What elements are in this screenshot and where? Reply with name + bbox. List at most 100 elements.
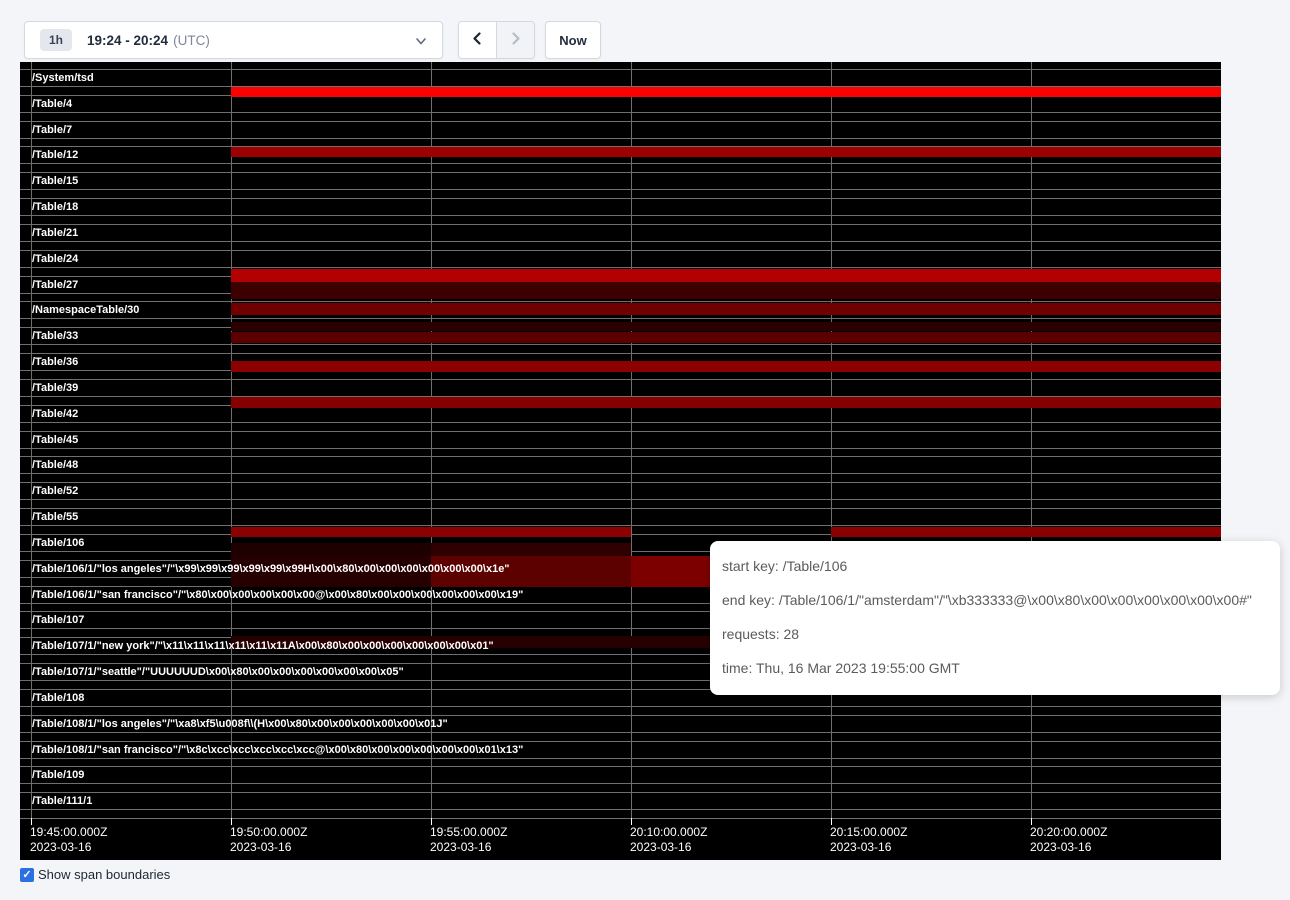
span-boundary-line bbox=[20, 189, 1221, 190]
show-span-boundaries-checkbox[interactable]: ✓ bbox=[20, 868, 34, 882]
vertical-gridline bbox=[631, 62, 632, 818]
span-boundary-line bbox=[20, 344, 1221, 345]
heat-band[interactable] bbox=[231, 87, 1221, 97]
row-label: /Table/42 bbox=[32, 408, 78, 420]
heat-band[interactable] bbox=[231, 147, 1221, 157]
span-boundary-line bbox=[20, 353, 1221, 354]
row-label: /Table/39 bbox=[32, 382, 78, 394]
chevron-right-icon bbox=[508, 31, 523, 49]
row-label: /Table/52 bbox=[32, 485, 78, 497]
vertical-gridline bbox=[1031, 62, 1032, 818]
span-boundary-line bbox=[20, 508, 1221, 509]
span-boundary-line bbox=[20, 318, 1221, 319]
row-label: /Table/107/1/"new york"/"\x11\x11\x11\x1… bbox=[32, 640, 494, 652]
axis-tick bbox=[231, 818, 232, 825]
vertical-gridline bbox=[231, 62, 232, 818]
span-boundary-line bbox=[20, 215, 1221, 216]
now-button[interactable]: Now bbox=[545, 21, 601, 59]
span-boundary-line bbox=[20, 706, 1221, 707]
row-label: /Table/15 bbox=[32, 175, 78, 187]
time-range-select[interactable]: 1h 19:24 - 20:24 (UTC) bbox=[24, 21, 443, 59]
show-span-boundaries-control[interactable]: ✓ Show span boundaries bbox=[20, 867, 170, 882]
row-label: /Table/45 bbox=[32, 434, 78, 446]
span-boundary-line bbox=[20, 241, 1221, 242]
axis-time-label: 19:55:00.000Z2023-03-16 bbox=[430, 825, 507, 855]
row-label: /Table/109 bbox=[32, 769, 84, 781]
heat-band[interactable] bbox=[231, 269, 1221, 282]
heat-band[interactable] bbox=[231, 282, 1221, 299]
span-boundary-line bbox=[20, 809, 1221, 810]
heat-band[interactable] bbox=[431, 527, 631, 537]
span-boundary-line bbox=[20, 741, 1221, 742]
heat-band[interactable] bbox=[231, 322, 1221, 331]
row-label: /Table/21 bbox=[32, 227, 78, 239]
span-boundary-line bbox=[20, 224, 1221, 225]
span-boundary-line bbox=[20, 758, 1221, 759]
row-label: /Table/106/1/"san francisco"/"\x80\x00\x… bbox=[32, 589, 523, 601]
row-label: /Table/106 bbox=[32, 537, 84, 549]
span-boundary-line bbox=[20, 732, 1221, 733]
row-label: /Table/107 bbox=[32, 614, 84, 626]
span-boundary-line bbox=[20, 267, 1221, 268]
axis-tick bbox=[31, 818, 32, 825]
row-label: /Table/27 bbox=[32, 279, 78, 291]
row-label: /Table/108 bbox=[32, 692, 84, 704]
axis-tick bbox=[831, 818, 832, 825]
axis-time-label: 20:10:00.000Z2023-03-16 bbox=[630, 825, 707, 855]
row-label: /Table/48 bbox=[32, 459, 78, 471]
key-visualizer-page: 1h 19:24 - 20:24 (UTC) Now /System/tsd/T… bbox=[0, 0, 1290, 900]
tooltip-end-key: end key: /Table/106/1/"amsterdam"/"\xb33… bbox=[722, 583, 1268, 617]
span-boundary-line bbox=[20, 715, 1221, 716]
row-label: /Table/33 bbox=[32, 330, 78, 342]
tooltip-requests: requests: 28 bbox=[722, 617, 1268, 651]
axis-tick bbox=[631, 818, 632, 825]
heat-band[interactable] bbox=[231, 303, 1221, 315]
range-text: 19:24 - 20:24 bbox=[87, 33, 168, 48]
heat-band[interactable] bbox=[231, 543, 431, 556]
span-boundary-line bbox=[20, 198, 1221, 199]
span-boundary-line bbox=[20, 163, 1221, 164]
heat-band[interactable] bbox=[231, 332, 1221, 343]
span-boundary-line bbox=[20, 379, 1221, 380]
row-label: /Table/24 bbox=[32, 253, 78, 265]
row-label: /Table/4 bbox=[32, 98, 72, 110]
heat-band[interactable] bbox=[231, 527, 431, 537]
key-visualizer-canvas[interactable]: /System/tsd/Table/4/Table/7/Table/12/Tab… bbox=[20, 62, 1221, 860]
prev-range-button[interactable] bbox=[459, 22, 496, 58]
span-boundary-line bbox=[20, 448, 1221, 449]
heat-band[interactable] bbox=[431, 543, 631, 556]
heat-band[interactable] bbox=[831, 527, 1031, 537]
vertical-gridline bbox=[431, 62, 432, 818]
span-boundary-line bbox=[20, 482, 1221, 483]
row-label: /System/tsd bbox=[32, 72, 94, 84]
tooltip-start-key: start key: /Table/106 bbox=[722, 549, 1268, 583]
row-label: /Table/12 bbox=[32, 149, 78, 161]
axis-time-label: 19:45:00.000Z2023-03-16 bbox=[30, 825, 107, 855]
span-boundary-line bbox=[20, 473, 1221, 474]
row-label: /Table/55 bbox=[32, 511, 78, 523]
span-boundary-line bbox=[20, 456, 1221, 457]
span-boundary-line bbox=[20, 250, 1221, 251]
span-boundary-line bbox=[20, 766, 1221, 767]
row-label: /Table/108/1/"san francisco"/"\x8c\xcc\x… bbox=[32, 744, 523, 756]
axis-tick bbox=[431, 818, 432, 825]
row-label: /Table/36 bbox=[32, 356, 78, 368]
row-label: /Table/108/1/"los angeles"/"\xa8\xf5\u00… bbox=[32, 718, 448, 730]
next-range-button[interactable] bbox=[496, 22, 534, 58]
chevron-down-icon bbox=[414, 34, 428, 48]
hover-tooltip: start key: /Table/106 end key: /Table/10… bbox=[710, 541, 1280, 695]
axis-time-label: 20:20:00.000Z2023-03-16 bbox=[1030, 825, 1107, 855]
toolbar: 1h 19:24 - 20:24 (UTC) Now bbox=[0, 0, 1290, 62]
span-boundary-line bbox=[20, 172, 1221, 173]
row-label: /Table/18 bbox=[32, 201, 78, 213]
heat-band[interactable] bbox=[231, 361, 1221, 372]
heat-band[interactable] bbox=[1031, 527, 1221, 537]
span-boundary-line bbox=[20, 818, 1221, 819]
tooltip-time: time: Thu, 16 Mar 2023 19:55:00 GMT bbox=[722, 651, 1268, 685]
axis-time-label: 20:15:00.000Z2023-03-16 bbox=[830, 825, 907, 855]
timezone-text: (UTC) bbox=[173, 33, 210, 48]
heat-band[interactable] bbox=[231, 397, 1221, 408]
span-boundary-line bbox=[20, 138, 1221, 139]
vertical-gridline bbox=[831, 62, 832, 818]
show-span-boundaries-label: Show span boundaries bbox=[38, 867, 170, 882]
